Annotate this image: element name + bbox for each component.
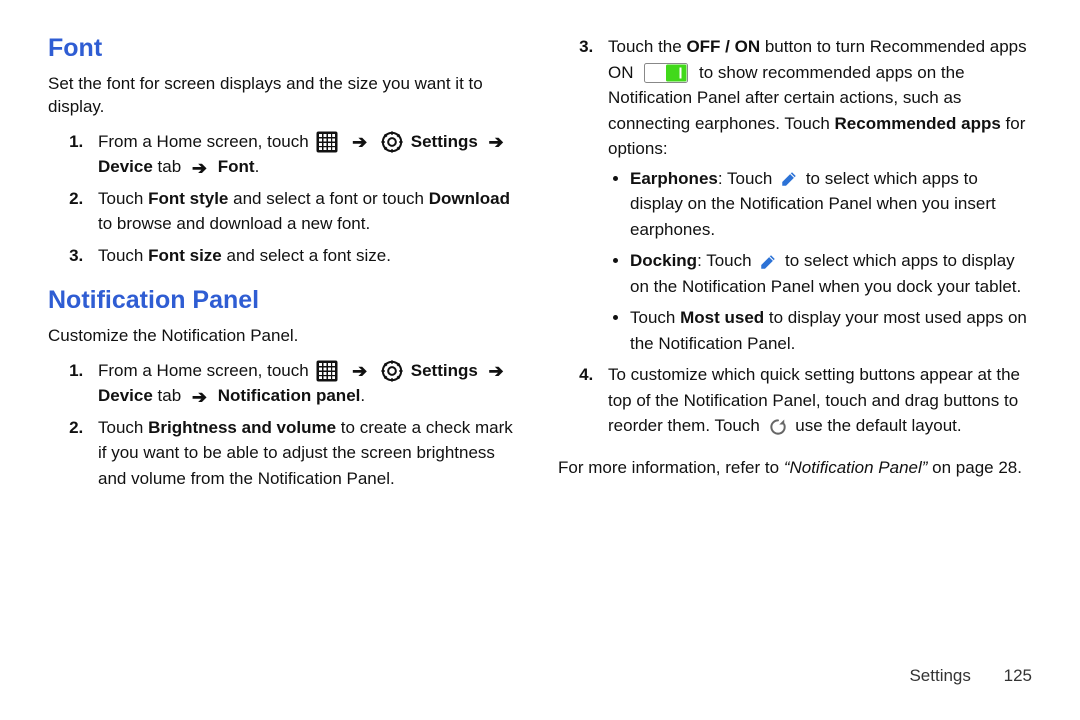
settings-gear-icon bbox=[381, 360, 403, 382]
step3-recapps: Recommended apps bbox=[835, 114, 1001, 133]
ref-b: on page 28. bbox=[927, 458, 1022, 477]
edit-pencil-icon bbox=[759, 253, 777, 271]
font-step2-b: and select a font or touch bbox=[228, 189, 428, 208]
bullet-earphones: Earphones: Touch to select which apps to… bbox=[630, 166, 1032, 243]
font-step1-tab: tab bbox=[153, 157, 186, 176]
most-a: Touch bbox=[630, 308, 680, 327]
arrow-icon: ➔ bbox=[192, 388, 207, 406]
font-steps: From a Home screen, touch ➔ bbox=[48, 129, 522, 269]
np-step1-device: Device bbox=[98, 386, 153, 405]
step4-b: use the default layout. bbox=[795, 416, 961, 435]
font-step3-b: and select a font size. bbox=[222, 246, 391, 265]
font-intro: Set the font for screen displays and the… bbox=[48, 73, 522, 119]
apps-grid-icon bbox=[316, 360, 338, 382]
ref-title: “Notification Panel” bbox=[784, 458, 928, 477]
font-heading: Font bbox=[48, 34, 522, 63]
font-step2-c: to browse and download a new font. bbox=[98, 214, 370, 233]
arrow-icon: ➔ bbox=[352, 362, 367, 380]
bullet-docking: Docking: Touch to select which apps to d… bbox=[630, 248, 1032, 299]
page-footer: Settings 125 bbox=[909, 666, 1032, 686]
np-step1-np: Notification panel bbox=[218, 386, 361, 405]
arrow-icon: ➔ bbox=[192, 159, 207, 177]
docking-a: : Touch bbox=[697, 251, 756, 270]
np-step1-end: . bbox=[360, 386, 365, 405]
np-step-4: To customize which quick setting buttons… bbox=[598, 362, 1032, 439]
font-step2-fontstyle: Font style bbox=[148, 189, 228, 208]
apps-grid-icon bbox=[316, 131, 338, 153]
np-step2-bv: Brightness and volume bbox=[148, 418, 336, 437]
np-heading: Notification Panel bbox=[48, 286, 522, 315]
step3-bullets: Earphones: Touch to select which apps to… bbox=[608, 166, 1032, 357]
most-label: Most used bbox=[680, 308, 764, 327]
np-step-2: Touch Brightness and volume to create a … bbox=[88, 415, 522, 492]
footer-page-number: 125 bbox=[1004, 666, 1032, 685]
font-step3-a: Touch bbox=[98, 246, 148, 265]
font-step-3: Touch Font size and select a font size. bbox=[88, 243, 522, 269]
left-column: Font Set the font for screen displays an… bbox=[48, 34, 522, 509]
font-step-2: Touch Font style and select a font or to… bbox=[88, 186, 522, 237]
reference-line: For more information, refer to “Notifica… bbox=[558, 457, 1032, 480]
np-step1-tab: tab bbox=[153, 386, 186, 405]
edit-pencil-icon bbox=[780, 170, 798, 188]
font-step3-fontsize: Font size bbox=[148, 246, 222, 265]
font-step1-text-a: From a Home screen, touch bbox=[98, 132, 309, 151]
font-step2-download: Download bbox=[429, 189, 510, 208]
np-steps-cont: Touch the OFF / ON button to turn Recomm… bbox=[558, 34, 1032, 439]
np-step1-settings: Settings bbox=[411, 361, 478, 380]
font-step-1: From a Home screen, touch ➔ bbox=[88, 129, 522, 180]
toggle-on-icon bbox=[644, 63, 688, 83]
arrow-icon: ➔ bbox=[489, 133, 504, 151]
earphones-label: Earphones bbox=[630, 169, 718, 188]
font-step1-font: Font bbox=[218, 157, 255, 176]
docking-label: Docking bbox=[630, 251, 697, 270]
font-step1-settings: Settings bbox=[411, 132, 478, 151]
np-steps: From a Home screen, touch ➔ bbox=[48, 358, 522, 492]
np-step-3: Touch the OFF / ON button to turn Recomm… bbox=[598, 34, 1032, 356]
step3-a: Touch the bbox=[608, 37, 686, 56]
font-step2-a: Touch bbox=[98, 189, 148, 208]
np-step1-text-a: From a Home screen, touch bbox=[98, 361, 309, 380]
reset-icon bbox=[768, 417, 788, 437]
manual-page: Font Set the font for screen displays an… bbox=[0, 0, 1080, 720]
step3-offon: OFF / ON bbox=[686, 37, 760, 56]
right-column: Touch the OFF / ON button to turn Recomm… bbox=[558, 34, 1032, 509]
arrow-icon: ➔ bbox=[489, 362, 504, 380]
bullet-mostused: Touch Most used to display your most use… bbox=[630, 305, 1032, 356]
np-intro: Customize the Notification Panel. bbox=[48, 325, 522, 348]
settings-gear-icon bbox=[381, 131, 403, 153]
footer-section: Settings bbox=[909, 666, 970, 685]
earphones-a: : Touch bbox=[718, 169, 777, 188]
font-step1-end: . bbox=[255, 157, 260, 176]
arrow-icon: ➔ bbox=[352, 133, 367, 151]
np-step2-a: Touch bbox=[98, 418, 148, 437]
ref-a: For more information, refer to bbox=[558, 458, 784, 477]
font-step1-device: Device bbox=[98, 157, 153, 176]
np-step-1: From a Home screen, touch ➔ bbox=[88, 358, 522, 409]
